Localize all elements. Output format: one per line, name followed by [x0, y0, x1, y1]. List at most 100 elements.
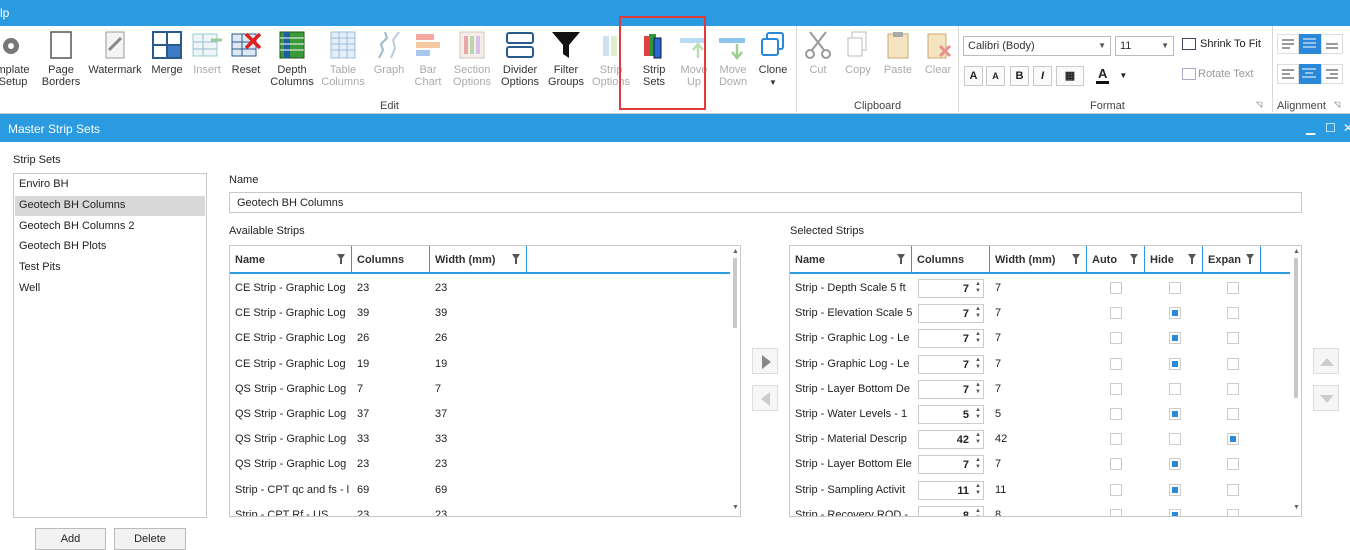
vertical-scrollbar[interactable]: ▲ ▼: [730, 246, 740, 516]
expand-checkbox[interactable]: [1227, 357, 1239, 370]
table-row[interactable]: QS Strip - Graphic Log 37 37: [230, 402, 730, 427]
column-header-auto[interactable]: Auto: [1087, 246, 1145, 274]
align-center-button[interactable]: [1299, 64, 1321, 84]
add-set-button[interactable]: Add: [35, 528, 106, 550]
strip-set-item[interactable]: Well: [15, 279, 205, 299]
align-top-center-button[interactable]: [1299, 34, 1321, 54]
column-header-name[interactable]: Name: [790, 246, 912, 274]
auto-checkbox[interactable]: [1110, 307, 1122, 320]
hide-checkbox[interactable]: [1169, 357, 1181, 370]
stepper-arrows-icon[interactable]: ▲▼: [975, 382, 981, 396]
divider-options-button[interactable]: Divider Options: [498, 30, 542, 88]
expand-checkbox[interactable]: [1227, 483, 1239, 496]
hide-checkbox[interactable]: [1169, 282, 1181, 294]
column-header-width[interactable]: Width (mm): [990, 246, 1087, 274]
align-left-button[interactable]: [1277, 64, 1299, 84]
strip-set-item[interactable]: Enviro BH: [15, 175, 205, 195]
strip-set-item[interactable]: Geotech BH Plots: [15, 237, 205, 257]
section-options-button[interactable]: Section Options: [448, 30, 496, 88]
table-row[interactable]: CE Strip - Graphic Log 26 26: [230, 326, 730, 351]
table-row[interactable]: Strip - Material Descrip 42 ▲ ▼ 42: [790, 427, 1290, 452]
auto-checkbox[interactable]: [1110, 382, 1122, 395]
column-header-hide[interactable]: Hide: [1145, 246, 1203, 274]
scroll-thumb[interactable]: [1294, 258, 1298, 398]
scroll-up-icon[interactable]: ▲: [1293, 248, 1300, 255]
expand-checkbox[interactable]: [1227, 282, 1239, 294]
column-header-columns[interactable]: Columns: [912, 246, 990, 274]
clone-dropdown-arrow-icon[interactable]: ▼: [754, 77, 792, 89]
watermark-button[interactable]: Watermark: [86, 30, 144, 76]
columns-stepper[interactable]: 42 ▲ ▼: [918, 430, 984, 450]
scroll-thumb[interactable]: [733, 258, 737, 328]
expand-checkbox[interactable]: [1227, 433, 1239, 446]
filter-icon[interactable]: [1072, 254, 1080, 264]
filter-icon[interactable]: [1246, 254, 1254, 264]
table-row[interactable]: Strip - Sampling Activit 11 ▲ ▼ 11: [790, 478, 1290, 503]
scroll-down-icon[interactable]: ▼: [732, 504, 739, 511]
hide-checkbox[interactable]: [1169, 508, 1181, 516]
filter-icon[interactable]: [1130, 254, 1138, 264]
close-icon[interactable]: ✕: [1343, 121, 1350, 135]
expand-checkbox[interactable]: [1227, 307, 1239, 320]
move-strip-up-button[interactable]: [1313, 348, 1339, 374]
font-family-select[interactable]: Calibri (Body) ▼: [963, 36, 1111, 56]
move-down-button[interactable]: Move Down: [714, 30, 752, 88]
move-strip-down-button[interactable]: [1313, 385, 1339, 411]
hide-checkbox[interactable]: [1169, 458, 1181, 471]
page-borders-button[interactable]: Page Borders: [40, 30, 82, 88]
auto-checkbox[interactable]: [1110, 332, 1122, 345]
align-right-button[interactable]: [1321, 64, 1343, 84]
stepper-arrows-icon[interactable]: ▲▼: [975, 357, 981, 371]
columns-stepper[interactable]: 7 ▲ ▼: [918, 279, 984, 298]
clear-button[interactable]: Clear: [920, 30, 956, 76]
strip-set-item[interactable]: Geotech BH Columns 2: [15, 217, 205, 237]
table-row[interactable]: Strip - Elevation Scale 5 7 ▲ ▼ 7: [790, 301, 1290, 326]
expand-checkbox[interactable]: [1227, 408, 1239, 420]
auto-checkbox[interactable]: [1110, 357, 1122, 370]
cut-button[interactable]: Cut: [800, 30, 836, 76]
rotate-text-button[interactable]: Rotate Text: [1182, 68, 1253, 81]
filter-icon[interactable]: [897, 254, 905, 264]
add-strip-button[interactable]: [752, 348, 778, 374]
table-row[interactable]: QS Strip - Graphic Log 23 23: [230, 452, 730, 477]
filter-icon[interactable]: [1188, 254, 1196, 264]
stepper-arrows-icon[interactable]: ▲▼: [975, 407, 981, 421]
table-row[interactable]: CE Strip - Graphic Log 39 39: [230, 301, 730, 326]
table-row[interactable]: Strip - Layer Bottom Ele 7 ▲ ▼ 7: [790, 452, 1290, 477]
stepper-arrows-icon[interactable]: ▲▼: [975, 331, 981, 345]
table-row[interactable]: Strip - Water Levels - 1 5 ▲ ▼ 5: [790, 402, 1290, 427]
hide-checkbox[interactable]: [1169, 307, 1181, 320]
dialog-launcher-icon[interactable]: ◹: [1256, 100, 1262, 109]
columns-stepper[interactable]: 5 ▲ ▼: [918, 405, 984, 424]
bold-button[interactable]: B: [1010, 66, 1029, 86]
align-top-left-button[interactable]: [1277, 34, 1299, 54]
auto-checkbox[interactable]: [1110, 458, 1122, 471]
italic-button[interactable]: I: [1033, 66, 1052, 86]
strip-set-item[interactable]: Test Pits: [15, 258, 205, 278]
filter-icon[interactable]: [512, 254, 520, 264]
decrease-font-button[interactable]: A: [986, 66, 1005, 86]
columns-stepper[interactable]: 8 ▲▼: [918, 505, 984, 516]
columns-stepper[interactable]: 7 ▲ ▼: [918, 379, 984, 399]
column-header-width[interactable]: Width (mm): [430, 246, 527, 274]
strip-set-item-selected[interactable]: Geotech BH Columns: [15, 196, 205, 216]
table-row[interactable]: QS Strip - Graphic Log 7 7: [230, 377, 730, 402]
expand-checkbox[interactable]: [1227, 382, 1239, 395]
bar-chart-button[interactable]: Bar Chart: [410, 30, 446, 88]
stepper-arrows-icon[interactable]: ▲▼: [975, 306, 981, 320]
delete-set-button[interactable]: Delete: [114, 528, 186, 550]
table-row[interactable]: Strip - CPT qc and fs - l 69 69: [230, 478, 730, 503]
columns-stepper[interactable]: 11 ▲ ▼: [918, 480, 984, 500]
table-row[interactable]: CE Strip - Graphic Log 23 23: [230, 276, 730, 301]
expand-checkbox[interactable]: [1227, 458, 1239, 471]
reset-button[interactable]: Reset: [228, 30, 264, 76]
minimize-icon[interactable]: ▁: [1306, 121, 1315, 135]
auto-checkbox[interactable]: [1110, 483, 1122, 496]
table-row[interactable]: QS Strip - Graphic Log 33 33: [230, 427, 730, 452]
columns-stepper[interactable]: 7 ▲ ▼: [918, 304, 984, 324]
merge-button[interactable]: Merge: [148, 30, 186, 76]
paste-button[interactable]: Paste: [880, 30, 916, 76]
auto-checkbox[interactable]: [1110, 408, 1122, 420]
auto-checkbox[interactable]: [1110, 433, 1122, 446]
stepper-arrows-icon[interactable]: ▲▼: [975, 432, 981, 446]
